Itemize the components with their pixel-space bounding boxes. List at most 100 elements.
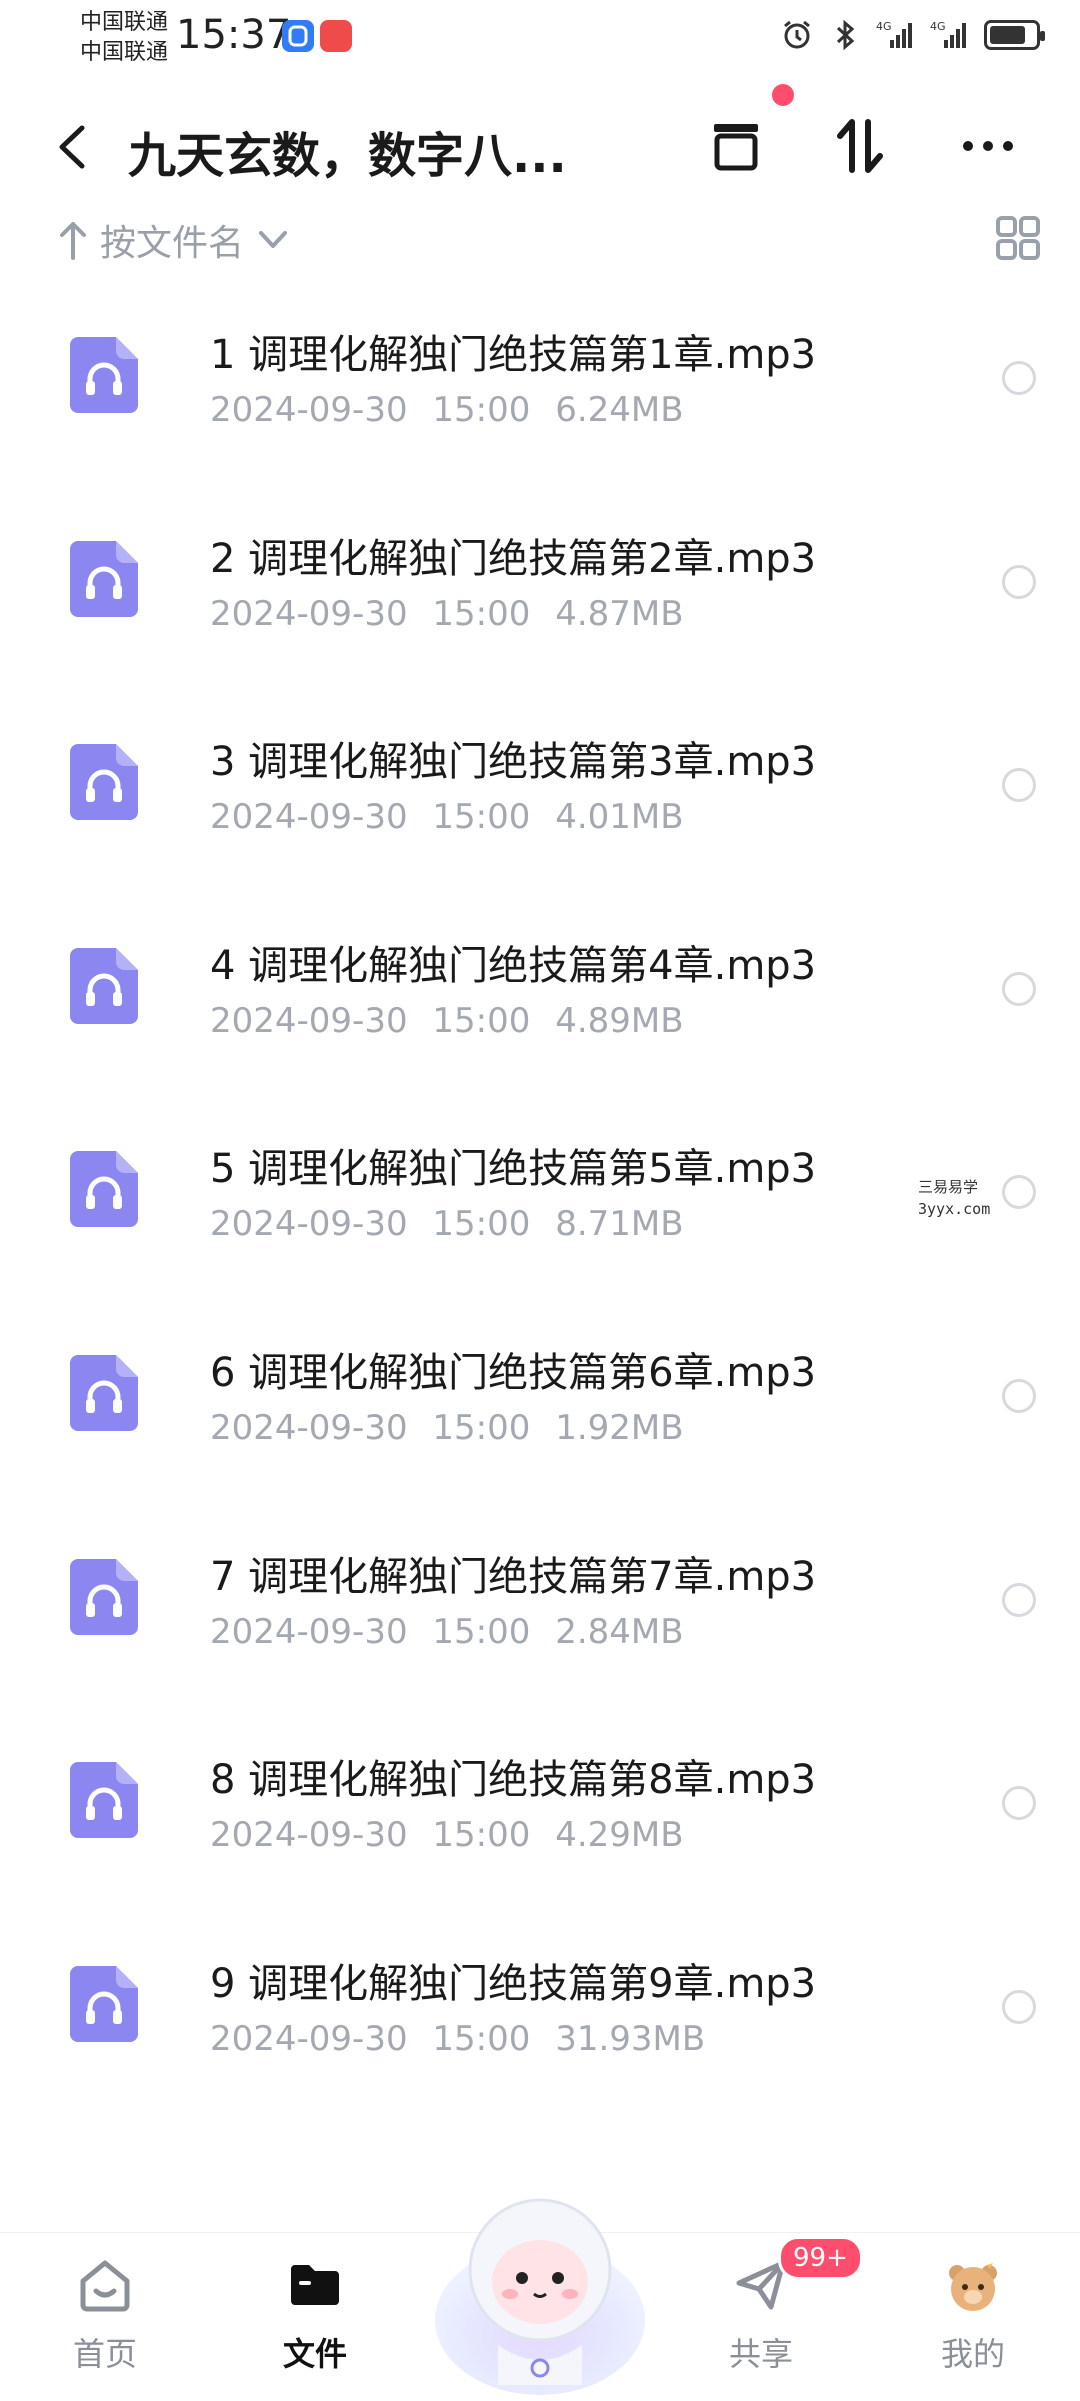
chevron-down-icon [259,231,288,248]
file-date: 2024-09-30 [210,2018,408,2059]
home-icon [80,2260,130,2312]
audio-file-icon [70,1762,138,1839]
page-title: 九天玄数，数字八... [128,128,567,184]
watermark-line-2: 3yyx.com [918,1200,991,1218]
bluetooth-icon [836,19,855,51]
file-size: 1.92MB [555,1407,684,1448]
top-bar: 九天玄数，数字八... [0,96,1080,196]
file-meta: 2024-09-30 15:00 4.29MB [210,1815,684,1855]
network-label-1: 4G [876,20,892,33]
file-size: 4.87MB [555,593,684,634]
tab-home[interactable]: 首页 [40,2255,170,2375]
status-icons: 4G 4G [780,18,1045,52]
file-time: 15:00 [432,1815,531,1856]
audio-file-icon [70,540,138,617]
sort-selector[interactable]: 按文件名 [58,214,288,266]
select-checkbox[interactable] [1002,1989,1036,2024]
audio-file-icon [70,744,138,821]
select-checkbox[interactable] [1002,564,1036,599]
audio-file-icon [70,1151,138,1228]
file-name: 7 调理化解独门绝技篇第7章.mp3 [210,1553,817,1600]
file-meta: 2024-09-30 15:00 6.24MB [210,390,684,430]
status-time: 15:37 [176,12,292,58]
file-size: 4.29MB [555,1815,684,1856]
select-checkbox[interactable] [1002,971,1036,1006]
file-time: 15:00 [432,1407,531,1448]
assistant-mascot-button[interactable] [430,2170,650,2400]
file-meta: 2024-09-30 15:00 8.71MB [210,1204,684,1244]
sort-label: 按文件名 [100,223,245,264]
file-meta: 2024-09-30 15:00 4.87MB [210,594,684,634]
file-name: 1 调理化解独门绝技篇第1章.mp3 [210,332,817,378]
tab-mine[interactable]: 我的 [908,2255,1038,2375]
tab-home-label: 首页 [72,2335,137,2373]
tab-files[interactable]: 文件 [250,2255,380,2375]
file-date: 2024-09-30 [210,1815,408,1856]
audio-file-icon [70,1965,138,2042]
notification-dot [772,84,794,106]
signal-icon-1: 4G [876,20,912,48]
carrier-info: 中国联通 中国联通 [80,8,168,68]
notification-app-icon [282,20,314,52]
file-size: 4.89MB [555,1000,684,1041]
battery-level [990,26,1026,44]
folder-icon [291,2265,339,2305]
file-row[interactable]: 9 调理化解独门绝技篇第9章.mp3 2024-09-30 15:00 31.93… [0,1909,1080,2113]
audio-file-icon [70,947,138,1024]
file-size: 6.24MB [555,390,684,430]
file-name: 9 调理化解独门绝技篇第9章.mp3 [210,1960,817,2007]
file-date: 2024-09-30 [210,797,408,838]
alarm-icon [784,20,810,49]
file-name: 5 调理化解独门绝技篇第5章.mp3 [210,1146,817,1193]
select-checkbox[interactable] [1002,1582,1036,1617]
file-date: 2024-09-30 [210,390,408,430]
file-row[interactable]: 6 调理化解独门绝技篇第6章.mp3 2024-09-30 15:00 1.92M… [0,1298,1080,1502]
battery-icon [984,20,1045,50]
file-name: 4 调理化解独门绝技篇第4章.mp3 [210,942,817,989]
share-badge: 99+ [778,2236,863,2280]
watermark-line-1: 三易易学 [918,1178,979,1196]
file-meta: 2024-09-30 15:00 31.93MB [210,2019,705,2059]
file-name: 3 调理化解独门绝技篇第3章.mp3 [210,739,817,786]
file-date: 2024-09-30 [210,1000,408,1041]
file-row[interactable]: 7 调理化解独门绝技篇第7章.mp3 2024-09-30 15:00 2.84M… [0,1502,1080,1706]
grid-view-icon[interactable] [994,214,1042,262]
carrier-2: 中国联通 [80,40,169,65]
file-time: 15:00 [432,1611,531,1652]
select-checkbox[interactable] [1002,1786,1036,1821]
archive-icon[interactable] [704,114,768,178]
select-checkbox[interactable] [1002,1175,1036,1210]
file-row[interactable]: 1 调理化解独门绝技篇第1章.mp3 2024-09-30 15:00 6.24M… [0,280,1080,484]
network-label-2: 4G [930,20,946,33]
watermark: 三易易学 3yyx.com [918,1176,990,1220]
select-checkbox[interactable] [1002,768,1036,803]
file-date: 2024-09-30 [210,1204,408,1245]
notification-shop-icon [320,20,352,52]
file-row[interactable]: 3 调理化解独门绝技篇第3章.mp3 2024-09-30 15:00 4.01M… [0,687,1080,891]
signal-icon-2: 4G [930,20,966,48]
select-checkbox[interactable] [1002,361,1036,395]
audio-file-icon [70,1354,138,1431]
file-size: 2.84MB [555,1611,684,1652]
file-meta: 2024-09-30 15:00 1.92MB [210,1408,684,1448]
select-checkbox[interactable] [1002,1378,1036,1413]
bear-avatar-icon [949,2259,997,2311]
tab-mine-label: 我的 [940,2335,1005,2373]
file-row[interactable]: 4 调理化解独门绝技篇第4章.mp3 2024-09-30 15:00 4.89M… [0,891,1080,1095]
file-row[interactable]: 8 调理化解独门绝技篇第8章.mp3 2024-09-30 15:00 4.29M… [0,1705,1080,1909]
carrier-1: 中国联通 [80,10,169,35]
file-size: 31.93MB [555,2018,706,2059]
file-time: 15:00 [432,797,531,838]
tab-files-label: 文件 [282,2335,347,2373]
transfer-icon[interactable] [828,114,892,178]
file-row[interactable]: 2 调理化解独门绝技篇第2章.mp3 2024-09-30 15:00 4.87M… [0,484,1080,688]
tab-share-label: 共享 [728,2335,793,2373]
file-name: 2 调理化解独门绝技篇第2章.mp3 [210,535,817,582]
back-button[interactable] [52,122,92,172]
file-time: 15:00 [432,390,531,430]
file-size: 4.01MB [555,797,684,838]
file-date: 2024-09-30 [210,1611,408,1652]
file-meta: 2024-09-30 15:00 2.84MB [210,1612,684,1652]
more-icon[interactable] [956,114,1020,178]
sort-ascending-icon [60,222,86,260]
